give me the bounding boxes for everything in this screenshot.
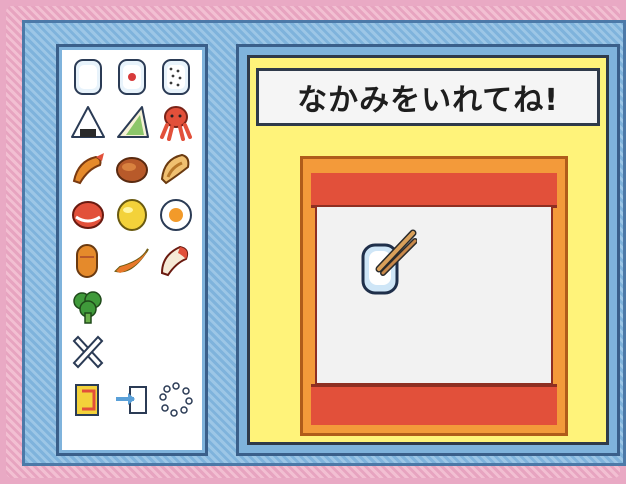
lunchbox[interactable] — [300, 156, 568, 436]
melon-slice-icon[interactable] — [111, 239, 153, 283]
food-palette — [56, 44, 208, 456]
sandwich-icon[interactable] — [111, 101, 153, 145]
instruction-box: なかみをいれてね! — [256, 68, 600, 126]
rice-white-icon[interactable] — [67, 55, 109, 99]
fried-shrimp-icon[interactable] — [67, 147, 109, 191]
rice-plum-icon[interactable] — [111, 55, 153, 99]
empty-slot — [111, 285, 153, 329]
tamagoyaki-icon[interactable] — [111, 193, 153, 237]
instruction-text: なかみをいれてね! — [297, 83, 559, 118]
panel-inner: なかみをいれてね! — [247, 55, 609, 445]
export-icon[interactable] — [111, 377, 153, 421]
fried-egg-icon[interactable] — [155, 193, 197, 237]
hamburg-steak-icon[interactable] — [111, 147, 153, 191]
broccoli-icon[interactable] — [67, 285, 109, 329]
lunchbox-panel: なかみをいれてね! — [236, 44, 620, 456]
sparkle-icon[interactable] — [155, 377, 197, 421]
rice-furikake-icon[interactable] — [155, 55, 197, 99]
lunchbox-base — [311, 384, 557, 425]
rice-with-chopsticks-icon[interactable] — [357, 229, 418, 299]
empty-slot — [155, 285, 197, 329]
lunchbox-lid-top — [311, 173, 557, 208]
lunchbox-interior[interactable] — [315, 205, 553, 385]
octopus-sausage-icon[interactable] — [155, 101, 197, 145]
croquette-icon[interactable] — [155, 147, 197, 191]
cross-erase-icon[interactable] — [67, 331, 109, 375]
undo-icon[interactable] — [67, 377, 109, 421]
apple-rabbit-icon[interactable] — [155, 239, 197, 283]
empty-slot — [111, 331, 153, 375]
sausage-icon[interactable] — [67, 193, 109, 237]
hot-dog-icon[interactable] — [67, 239, 109, 283]
empty-slot — [155, 331, 197, 375]
onigiri-icon[interactable] — [67, 101, 109, 145]
